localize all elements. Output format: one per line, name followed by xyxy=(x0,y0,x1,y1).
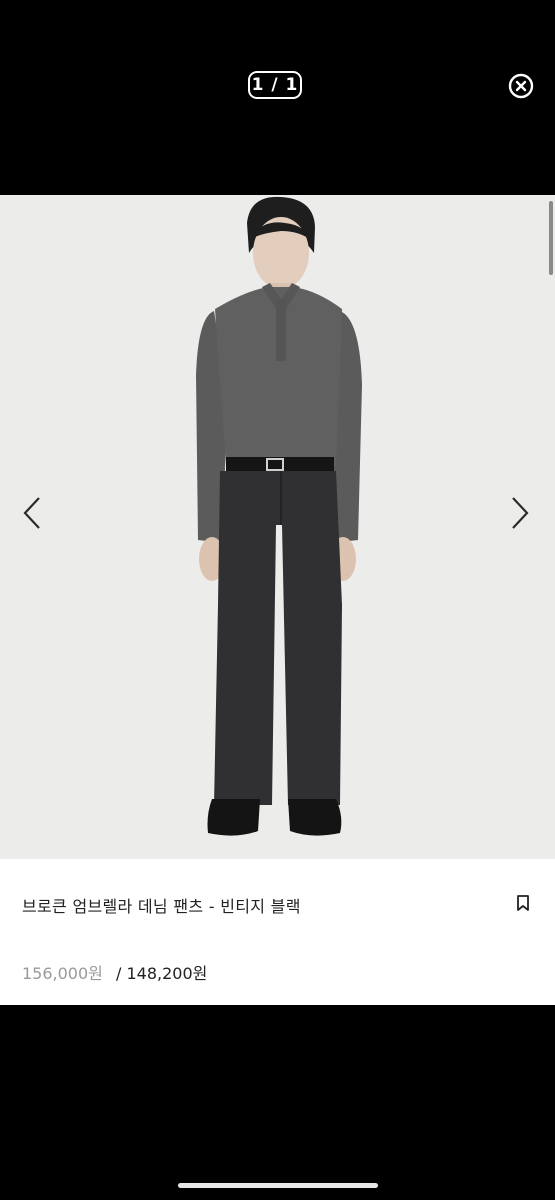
bookmark-icon[interactable] xyxy=(516,895,530,911)
chevron-right-icon[interactable] xyxy=(508,495,532,531)
price-row: 156,000원 / 148,200원 xyxy=(22,960,207,984)
product-info-panel: 브로큰 엄브렐라 데님 팬츠 - 빈티지 블랙 156,000원 / 148,2… xyxy=(0,859,555,1005)
scrollbar-thumb[interactable] xyxy=(549,201,553,275)
sale-price: 148,200원 xyxy=(126,964,208,983)
model-figure xyxy=(196,196,362,836)
close-icon[interactable] xyxy=(508,73,534,99)
image-counter: 1 / 1 xyxy=(248,71,302,99)
price-separator: / xyxy=(115,964,122,983)
product-photo[interactable] xyxy=(0,195,555,859)
chevron-left-icon[interactable] xyxy=(20,495,44,531)
original-price: 156,000원 xyxy=(22,964,103,983)
product-title[interactable]: 브로큰 엄브렐라 데님 팬츠 - 빈티지 블랙 xyxy=(22,893,301,917)
home-indicator xyxy=(178,1183,378,1188)
